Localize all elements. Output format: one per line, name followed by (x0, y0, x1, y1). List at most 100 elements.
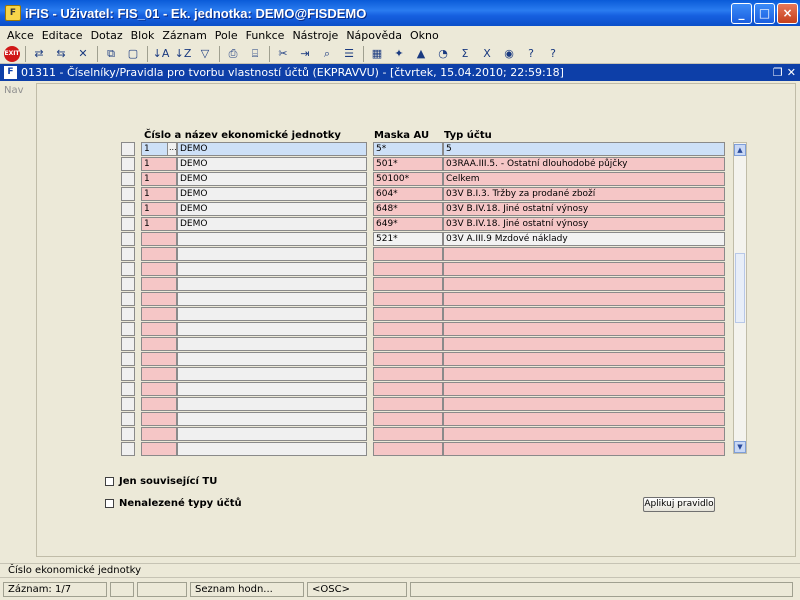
maximize-button[interactable]: □ (754, 2, 775, 24)
row-selector[interactable] (121, 262, 135, 276)
account-type-field[interactable]: 03V B.IV.18. Jiné ostatní výnosy (443, 202, 725, 216)
unit-number-field[interactable]: 1 (141, 157, 177, 171)
mask-au-field[interactable] (373, 412, 443, 426)
unit-number-field[interactable]: 1 (141, 217, 177, 231)
table-row[interactable] (121, 412, 729, 427)
unit-number-field[interactable] (141, 442, 177, 456)
mask-au-field[interactable] (373, 277, 443, 291)
globe-icon[interactable]: ◉ (500, 46, 518, 62)
apply-rule-button[interactable]: Aplikuj pravidlo (643, 497, 715, 512)
row-selector[interactable] (121, 247, 135, 261)
unit-number-field[interactable] (141, 427, 177, 441)
mask-au-field[interactable]: 649* (373, 217, 443, 231)
sort-desc-icon[interactable]: ↓Z (174, 46, 192, 62)
delete-icon[interactable]: ✕ (74, 46, 92, 62)
row-selector[interactable] (121, 367, 135, 381)
mask-au-field[interactable] (373, 292, 443, 306)
print-save-icon[interactable]: ⇆ (52, 46, 70, 62)
help-circle-icon[interactable]: ◔ (434, 46, 452, 62)
mask-au-field[interactable] (373, 442, 443, 456)
row-selector[interactable] (121, 172, 135, 186)
account-type-field[interactable] (443, 262, 725, 276)
table-row[interactable] (121, 442, 729, 457)
mask-au-field[interactable] (373, 307, 443, 321)
cut-icon[interactable]: ✂ (274, 46, 292, 62)
table-row[interactable] (121, 292, 729, 307)
menu-dotaz[interactable]: Dotaz (87, 29, 127, 42)
row-selector[interactable] (121, 412, 135, 426)
table-row[interactable]: 1 DEMO 501* 03RAA.III.5. - Ostatní dlouhodo… (121, 157, 729, 172)
menu-napoveda[interactable]: Nápověda (342, 29, 406, 42)
copy-icon[interactable]: ⧉ (102, 46, 120, 62)
row-selector[interactable] (121, 157, 135, 171)
table-row[interactable]: 1 DEMO 648* 03V B.IV.18. Jiné ostatní výnos… (121, 202, 729, 217)
table-row[interactable] (121, 307, 729, 322)
menu-pole[interactable]: Pole (211, 29, 242, 42)
account-type-field[interactable] (443, 397, 725, 411)
row-selector[interactable] (121, 232, 135, 246)
filter-icon[interactable]: ▽ (196, 46, 214, 62)
unit-number-field[interactable] (141, 352, 177, 366)
table-row[interactable]: 1... DEMO 5* 5 (121, 142, 729, 157)
related-checkbox[interactable] (105, 477, 114, 486)
table-row[interactable] (121, 247, 729, 262)
table-row[interactable] (121, 427, 729, 442)
row-selector[interactable] (121, 292, 135, 306)
lov-button[interactable]: ... (167, 142, 177, 156)
unit-number-field[interactable] (141, 292, 177, 306)
mask-au-field[interactable]: 501* (373, 157, 443, 171)
save-icon[interactable]: ⇄ (30, 46, 48, 62)
menu-funkce[interactable]: Funkce (242, 29, 289, 42)
table-row[interactable]: 521* 03V A.III.9 Mzdové náklady (121, 232, 729, 247)
row-selector[interactable] (121, 427, 135, 441)
table-row[interactable] (121, 322, 729, 337)
unit-number-field[interactable] (141, 262, 177, 276)
unit-number-field[interactable]: 1 (141, 172, 177, 186)
mask-au-field[interactable]: 648* (373, 202, 443, 216)
account-type-field[interactable] (443, 412, 725, 426)
mask-au-field[interactable] (373, 382, 443, 396)
row-selector[interactable] (121, 202, 135, 216)
restore-icon[interactable]: ❐ (773, 66, 783, 79)
row-selector[interactable] (121, 397, 135, 411)
row-selector[interactable] (121, 277, 135, 291)
tools-icon[interactable]: ✦ (390, 46, 408, 62)
table-row[interactable] (121, 397, 729, 412)
menu-zaznam[interactable]: Záznam (158, 29, 210, 42)
grid-scrollbar[interactable]: ▲ ▼ (733, 142, 747, 454)
mask-au-field[interactable] (373, 397, 443, 411)
account-type-field[interactable] (443, 307, 725, 321)
row-selector[interactable] (121, 322, 135, 336)
menu-akce[interactable]: Akce (3, 29, 38, 42)
account-type-field[interactable] (443, 337, 725, 351)
row-selector[interactable] (121, 382, 135, 396)
menu-okno[interactable]: Okno (406, 29, 443, 42)
close-button[interactable]: × (777, 2, 798, 24)
unit-number-field[interactable] (141, 247, 177, 261)
unit-number-field[interactable]: 1 (141, 187, 177, 201)
account-type-field[interactable]: 03RAA.III.5. - Ostatní dlouhodobé půjčky (443, 157, 725, 171)
unit-number-field[interactable] (141, 397, 177, 411)
sort-asc-icon[interactable]: ↓A (152, 46, 170, 62)
scroll-thumb[interactable] (735, 253, 745, 323)
row-selector[interactable] (121, 187, 135, 201)
list-icon[interactable]: ☰ (340, 46, 358, 62)
unit-number-field[interactable] (141, 337, 177, 351)
table-row[interactable] (121, 382, 729, 397)
table-row[interactable] (121, 277, 729, 292)
account-type-field[interactable]: 03V B.I.3. Tržby za prodané zboží (443, 187, 725, 201)
scroll-down-icon[interactable]: ▼ (734, 441, 746, 453)
row-selector[interactable] (121, 337, 135, 351)
row-selector[interactable] (121, 352, 135, 366)
account-type-field[interactable]: 03V B.IV.18. Jiné ostatní výnosy (443, 217, 725, 231)
scroll-up-icon[interactable]: ▲ (734, 144, 746, 156)
unit-number-field[interactable]: 1 (141, 202, 177, 216)
mask-au-field[interactable]: 604* (373, 187, 443, 201)
excel-icon[interactable]: X (478, 46, 496, 62)
row-selector[interactable] (121, 217, 135, 231)
account-type-field[interactable] (443, 382, 725, 396)
table-row[interactable]: 1 DEMO 649* 03V B.IV.18. Jiné ostatní výnos… (121, 217, 729, 232)
mask-au-field[interactable] (373, 262, 443, 276)
mask-au-field[interactable] (373, 367, 443, 381)
table-row[interactable] (121, 367, 729, 382)
